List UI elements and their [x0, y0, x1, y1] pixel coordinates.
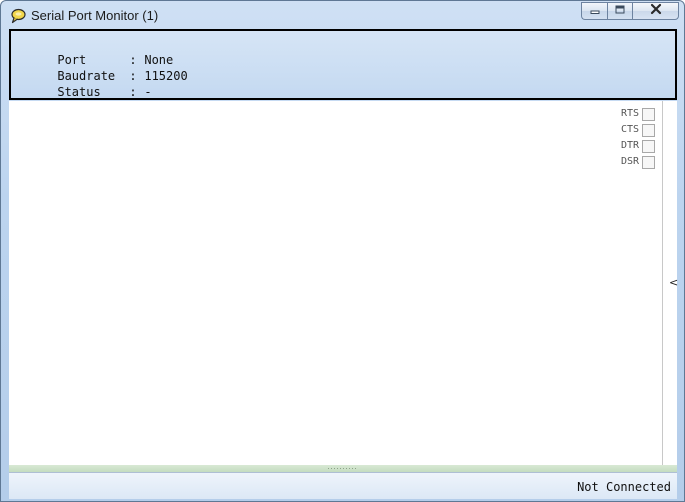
status-value: -: [144, 85, 152, 99]
minimize-icon: [589, 2, 601, 20]
port-info-panel: Port: None Baudrate:115200 Status: -: [9, 29, 677, 100]
rts-checkbox[interactable]: [642, 108, 655, 121]
maximize-icon: [614, 2, 626, 20]
port-label: Port: [57, 53, 87, 67]
status-label: Status: [57, 85, 101, 99]
serial-output-area[interactable]: RTS CTS DTR DSR: [9, 101, 662, 465]
caption-buttons: [581, 2, 679, 21]
minimize-button[interactable]: [581, 2, 607, 20]
side-panel-strip: <: [662, 101, 678, 465]
cts-label: CTS: [620, 124, 639, 135]
signal-cts: CTS: [598, 123, 658, 139]
signal-indicators: RTS CTS DTR DSR: [598, 107, 658, 171]
grip-icon: [328, 468, 358, 469]
splitter-handle[interactable]: [9, 465, 677, 472]
dsr-checkbox[interactable]: [642, 156, 655, 169]
rts-label: RTS: [620, 108, 639, 119]
maximize-button[interactable]: [607, 2, 632, 20]
status-bar: Not Connected: [9, 472, 677, 499]
baudrate-value: 115200: [144, 69, 188, 83]
signal-rts: RTS: [598, 107, 658, 123]
info-row-port: Port: None: [14, 36, 675, 67]
close-icon: [649, 2, 663, 20]
signal-dtr: DTR: [598, 139, 658, 155]
baudrate-separator: :: [129, 69, 137, 83]
status-separator: :: [129, 85, 137, 99]
baudrate-label: Baudrate: [57, 69, 116, 83]
dsr-label: DSR: [620, 156, 639, 167]
port-separator: :: [129, 53, 137, 67]
cts-checkbox[interactable]: [642, 124, 655, 137]
signal-dsr: DSR: [598, 155, 658, 171]
speech-bubble-icon: [10, 8, 26, 24]
serial-port-monitor-window: Serial Port Monitor (1) Port: None Baud…: [0, 0, 685, 502]
close-button[interactable]: [632, 2, 679, 20]
dtr-checkbox[interactable]: [642, 140, 655, 153]
window-title: Serial Port Monitor (1): [31, 8, 159, 23]
connection-status: Not Connected: [577, 480, 671, 494]
port-value: None: [144, 53, 174, 67]
dtr-label: DTR: [620, 140, 639, 151]
title-bar[interactable]: Serial Port Monitor (1): [1, 1, 684, 28]
expand-panel-button[interactable]: <: [669, 276, 678, 289]
